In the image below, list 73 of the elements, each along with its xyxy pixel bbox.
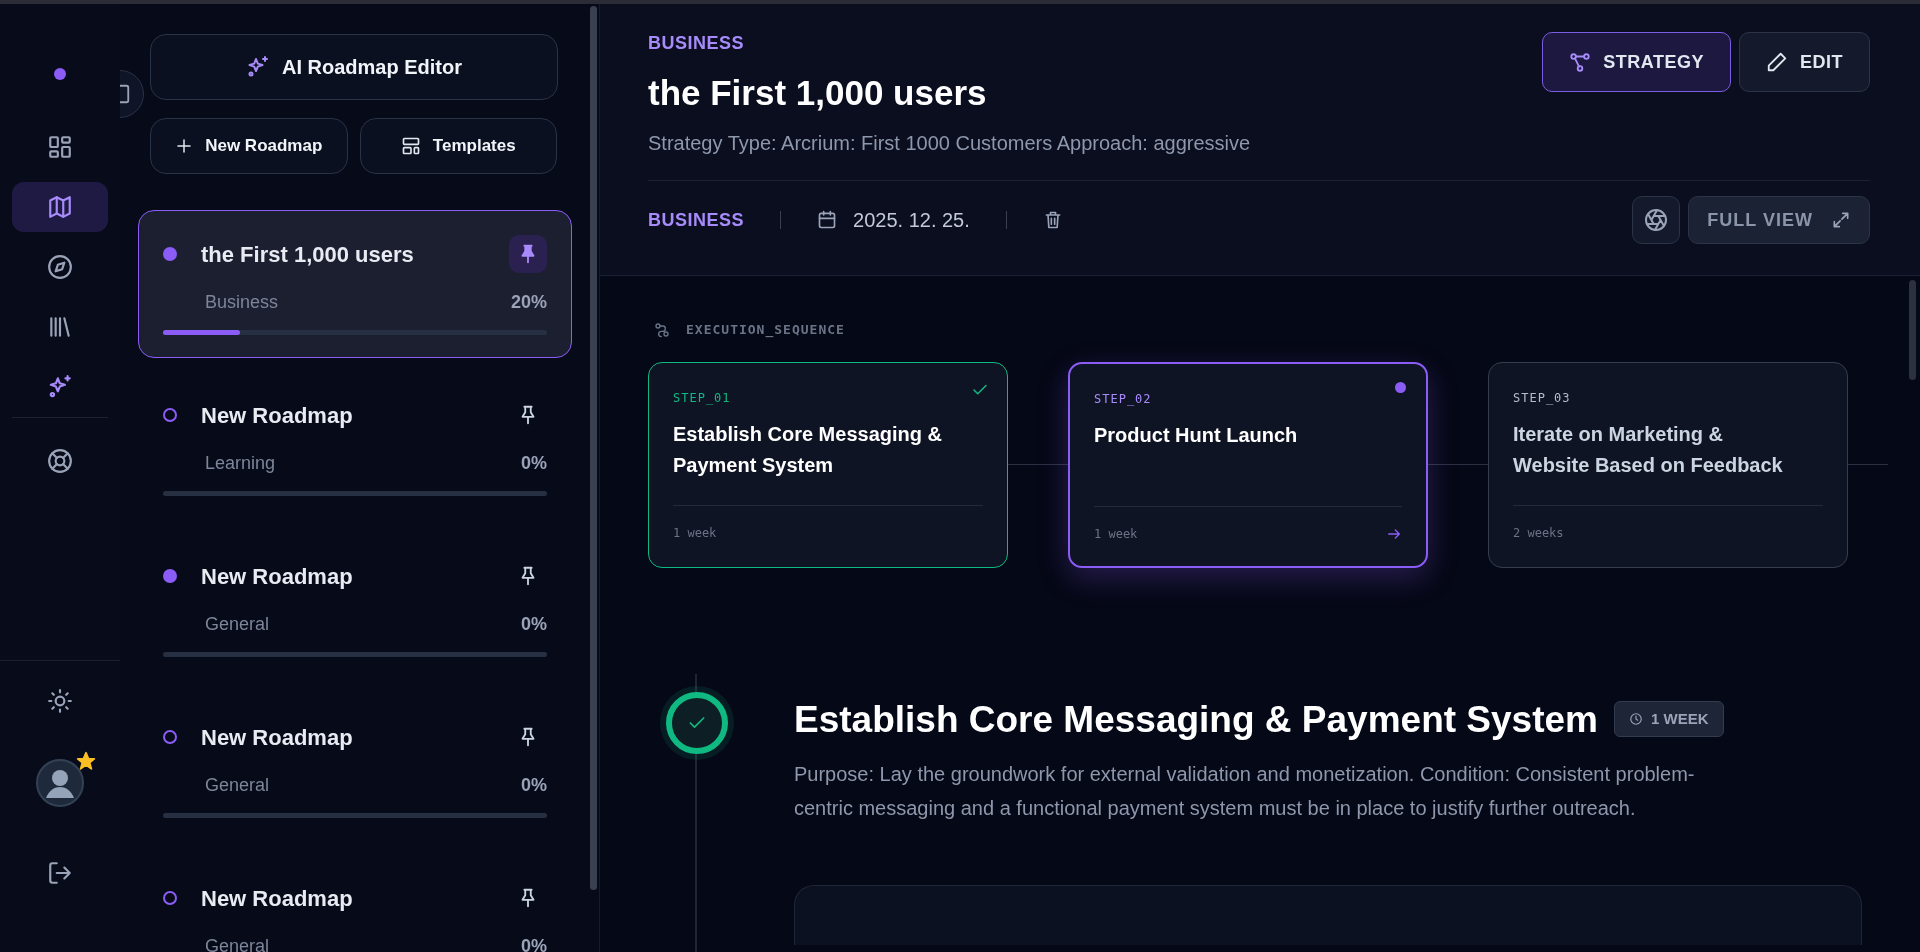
star-icon [76,751,96,771]
step-card[interactable]: STEP_03 Iterate on Marketing & Website Based on Feedback 2 weeks [1488,361,1848,568]
progress-percent: 0% [521,452,547,475]
roadmap-category: General [205,774,270,797]
page-title: the First 1,000 users [648,72,988,114]
roadmap-title: New Roadmap [201,884,354,913]
full-view-button[interactable]: FULL VIEW [1688,196,1870,244]
expand-icon [1831,210,1851,230]
step-duration: 1 week [1094,525,1138,543]
roadmap-category: General [205,613,270,636]
duration-badge: 1 WEEK [1614,701,1724,738]
avatar[interactable] [36,759,84,807]
progress-percent: 0% [521,935,547,952]
roadmap-category: Learning [205,452,276,475]
roadmap-item[interactable]: New Roadmap General 0% [138,854,572,952]
scrollbar-thumb[interactable] [590,6,597,890]
dashboard-icon [47,134,73,160]
library-icon [47,314,73,340]
scrollbar-thumb[interactable] [1909,280,1916,380]
roadmap-item[interactable]: New Roadmap General 0% [138,693,572,841]
roadmap-category: General [205,935,270,952]
roadmap-item[interactable]: New Roadmap General 0% [138,532,572,680]
compass-icon [47,254,73,280]
roadmap-category: Business [205,291,279,314]
progress-percent: 0% [521,613,547,636]
nodes-icon [654,321,670,338]
date-text: 2025. 12. 25. [853,208,970,233]
category-label: BUSINESS [648,32,746,55]
logout-icon [47,860,73,886]
step-duration: 1 week [673,524,717,542]
nav-item[interactable] [12,182,108,232]
plus-icon [175,137,194,155]
ai-editor-button[interactable]: AI Roadmap Editor [150,34,558,100]
clock-icon [1629,712,1643,727]
progress-percent: 0% [521,774,547,797]
layout-icon [400,136,421,156]
roadmap-title: New Roadmap [201,562,354,591]
step-title: Iterate on Marketing & Website Based on Feedback [1513,421,1784,478]
step-description: Purpose: Lay the groundwork for external validation and monetization. Condition: Consistent problem-centric messaging and a functional payment system must be in place to justify further outreach. [794,762,1696,821]
roadmap-title: New Roadmap [201,401,354,430]
calendar-icon [817,210,838,230]
step-label: STEP_01 [673,389,732,407]
lifebuoy-icon [47,448,73,474]
roadmap-title: New Roadmap [201,723,354,752]
strategy-button[interactable]: STRATEGY [1542,32,1731,92]
step-label: STEP_02 [1094,390,1153,408]
progress-percent: 20% [510,291,547,314]
new-roadmap-button[interactable]: New Roadmap [150,118,348,174]
edit-button[interactable]: EDIT [1739,32,1870,92]
pin-button[interactable] [509,235,547,273]
strategy-subtitle: Strategy Type: Arcrium: First 1000 Customers Approach: aggressive [648,130,1251,156]
step-title: Establish Core Messaging & Payment System [673,421,943,478]
roadmap-card[interactable]: the First 1,000 users Business 20% [138,210,572,358]
section-label: EXECUTION_SEQUENCE [686,321,845,340]
step-label: STEP_03 [1513,389,1572,407]
step-card[interactable]: STEP_02 Product Hunt Launch 1 week [1068,361,1428,568]
step-heading: Establish Core Messaging & Payment System [794,697,1598,742]
nodes-icon [1569,51,1592,73]
category-tag: BUSINESS [648,206,745,234]
sparkle-icon [47,374,73,400]
aperture-icon [1644,208,1669,232]
roadmap-title: the First 1,000 users [201,240,415,269]
step-duration: 2 weeks [1513,524,1564,542]
step-card[interactable]: STEP_01 Establish Core Messaging & Payment System 1 week [648,361,1008,568]
templates-button[interactable]: Templates [359,118,557,174]
sun-icon [47,688,73,714]
roadmap-item[interactable]: New Roadmap Learning 0% [138,371,572,519]
map-icon [47,194,73,220]
step-title: Product Hunt Launch [1094,422,1299,448]
sparkle-icon [246,55,270,79]
pencil-icon [1766,51,1788,73]
status-dot [1395,381,1406,393]
capture-button[interactable] [1632,196,1681,244]
